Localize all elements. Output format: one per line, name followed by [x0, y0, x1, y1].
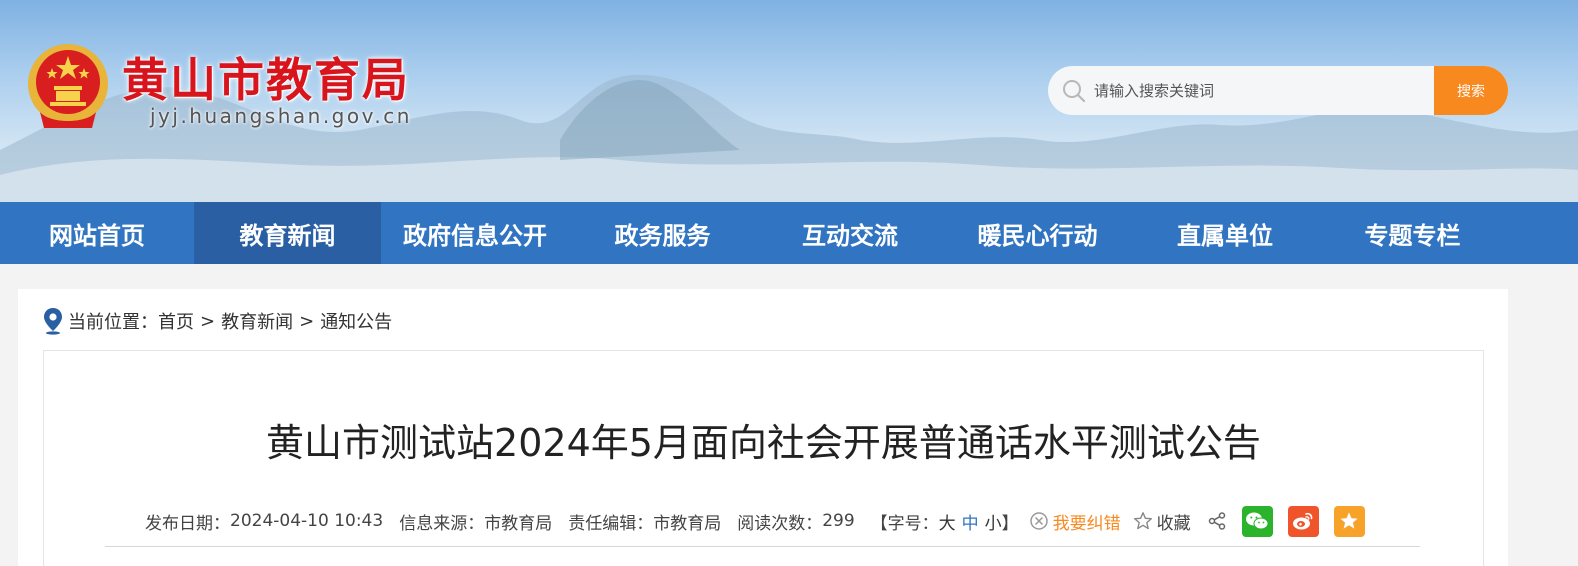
breadcrumb-separator: >: [299, 310, 315, 332]
breadcrumb: 当前位置： 首页 > 教育新闻 > 通知公告: [42, 306, 392, 336]
breadcrumb-education-news[interactable]: 教育新闻: [221, 308, 293, 334]
publish-date: 2024-04-10 10:43: [230, 511, 384, 531]
breadcrumb-separator: >: [200, 310, 216, 332]
nav-item-gov-info[interactable]: 政府信息公开: [381, 202, 569, 264]
favorite-link[interactable]: 收藏: [1157, 509, 1191, 534]
meta-divider: [105, 546, 1420, 547]
nav-item-livelihood[interactable]: 暖民心行动: [944, 202, 1131, 264]
editor-value: 市教育局: [653, 513, 722, 534]
star-outline-icon: [1133, 512, 1152, 530]
font-size-small[interactable]: 小: [985, 509, 1002, 534]
favorite-star-icon: [1340, 512, 1358, 529]
report-error-link[interactable]: 我要纠错: [1053, 509, 1121, 534]
weibo-icon: [1293, 512, 1313, 530]
report-error-icon: [1029, 512, 1048, 530]
font-size-open: 【字号：: [870, 513, 939, 534]
nav-item-home[interactable]: 网站首页: [0, 202, 194, 264]
article-meta: 发布日期： 2024-04-10 10:43 信息来源： 市教育局 责任编辑： …: [145, 505, 1365, 537]
source-label: 信息来源：: [399, 513, 485, 534]
national-emblem-icon: [28, 44, 108, 128]
font-size-medium[interactable]: 中: [962, 509, 979, 534]
wechat-share-button[interactable]: [1241, 505, 1273, 537]
search-box: 搜索: [1048, 66, 1508, 115]
views-label: 阅读次数：: [737, 513, 823, 534]
weibo-share-button[interactable]: [1287, 505, 1319, 537]
wechat-icon: [1246, 512, 1269, 530]
breadcrumb-home[interactable]: 首页: [158, 308, 194, 334]
breadcrumb-prefix: 当前位置：: [68, 312, 158, 333]
location-pin-icon: [44, 308, 62, 335]
site-header: 黄山市教育局 jyj.huangshan.gov.cn 搜索: [0, 0, 1578, 202]
favorite-share-button[interactable]: [1333, 505, 1365, 537]
breadcrumb-notices[interactable]: 通知公告: [320, 308, 392, 334]
search-button[interactable]: 搜索: [1434, 66, 1508, 115]
editor-label: 责任编辑：: [568, 513, 654, 534]
nav-item-affiliated-units[interactable]: 直属单位: [1131, 202, 1319, 264]
search-input[interactable]: [1094, 66, 1434, 115]
nav-item-gov-services[interactable]: 政务服务: [569, 202, 756, 264]
site-title: 黄山市教育局: [122, 53, 410, 107]
source-value: 市教育局: [484, 513, 553, 534]
nav-item-interaction[interactable]: 互动交流: [756, 202, 944, 264]
search-icon: [1063, 80, 1086, 103]
font-size-close: 】: [1001, 513, 1019, 534]
views-count: 299: [822, 511, 855, 531]
article-title: 黄山市测试站2024年5月面向社会开展普通话水平测试公告: [266, 421, 1261, 465]
site-url: jyj.huangshan.gov.cn: [150, 104, 412, 128]
main-nav: 网站首页 教育新闻 政府信息公开 政务服务 互动交流 暖民心行动 直属单位 专题…: [0, 202, 1578, 264]
share-icon[interactable]: [1207, 511, 1227, 531]
nav-item-education-news[interactable]: 教育新闻: [194, 202, 381, 264]
publish-date-label: 发布日期：: [145, 513, 230, 534]
font-size-large[interactable]: 大: [939, 509, 956, 534]
nav-item-special-topics[interactable]: 专题专栏: [1319, 202, 1506, 264]
